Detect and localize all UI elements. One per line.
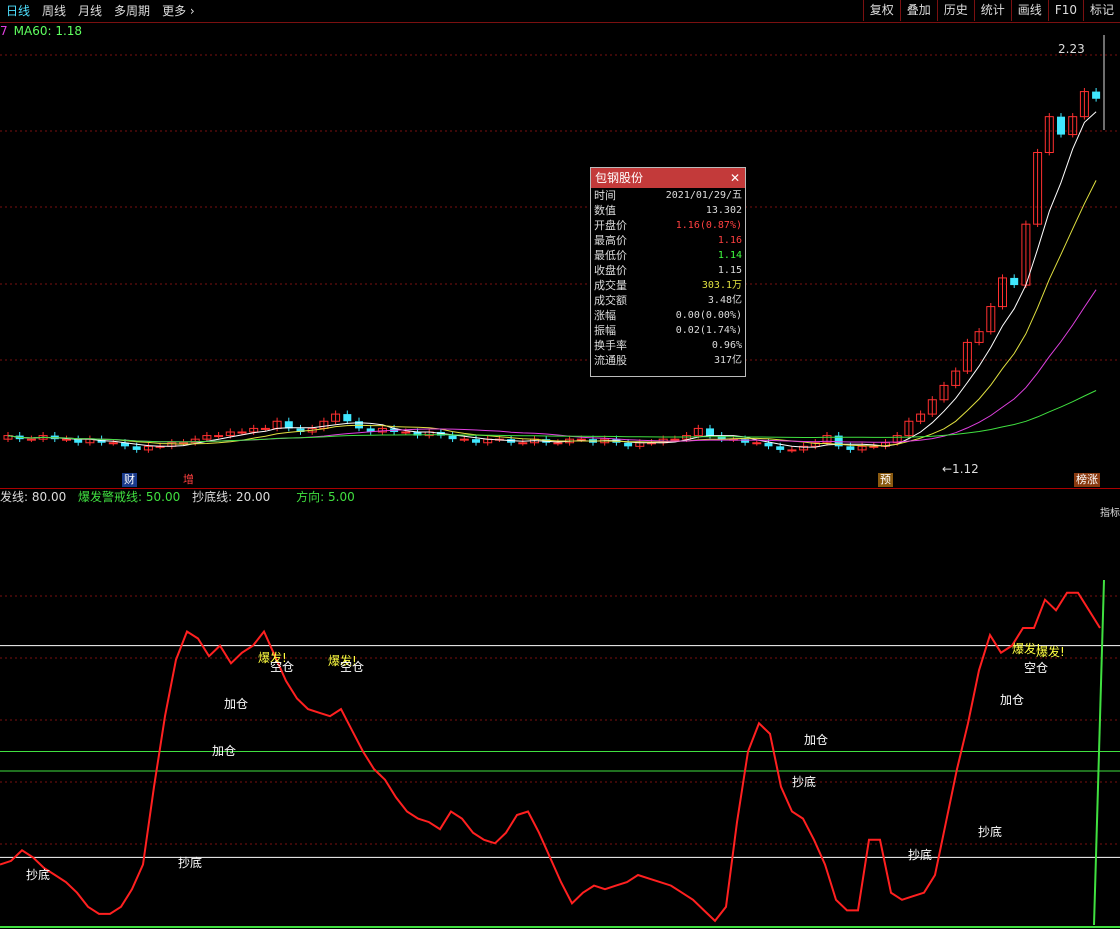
ma20-line: [7, 289, 1097, 443]
popup-row: 最高价 1.16: [591, 233, 745, 248]
candle-body: [1057, 116, 1065, 135]
candle-body: [260, 427, 270, 430]
popup-row: 涨幅 0.00(0.00%): [591, 308, 745, 323]
popup-row-value: 1.16(0.87%): [675, 220, 742, 231]
candle-body: [1010, 277, 1019, 286]
popup-row: 数值 13.302: [591, 203, 745, 218]
popup-row-value: 1.16: [717, 235, 742, 246]
popup-title: 包钢股份: [595, 171, 644, 185]
popup-row-key: 换手率: [594, 339, 627, 352]
candle-body: [62, 438, 71, 441]
candle-body: [624, 442, 633, 447]
popup-row: 流通股 317亿: [591, 353, 745, 368]
candle-body: [108, 442, 118, 445]
event-tag-ranking[interactable]: 榜涨: [1074, 473, 1100, 487]
popup-row-value: 1.14: [717, 250, 742, 261]
popup-row-key: 成交量: [594, 279, 627, 292]
popup-row: 振幅 0.02(1.74%): [591, 323, 745, 338]
signal-label: 加仓: [212, 744, 237, 758]
signal-label: 爆发!: [1036, 645, 1065, 659]
popup-row-value: 1.15: [717, 265, 742, 276]
indicator-param-4: 方向: 5.00: [296, 490, 355, 504]
popup-row: 换手率 0.96%: [591, 338, 745, 353]
candle-body: [764, 442, 773, 447]
candle-body: [846, 446, 855, 450]
candle-body: [214, 435, 224, 438]
popup-row-value: 0.02(1.74%): [675, 325, 742, 336]
event-tag-forecast[interactable]: 预: [878, 473, 893, 487]
signal-label: 加仓: [804, 733, 829, 747]
indicator-param-3: 抄底线: 20.00: [192, 490, 271, 504]
candle-body: [459, 438, 469, 441]
popup-row: 开盘价 1.16(0.87%): [591, 218, 745, 233]
high-price-label: 2.23: [1058, 42, 1085, 56]
candle-body: [553, 442, 563, 445]
indicator-header: 发线: 80.00 爆发警戒线: 50.00 抄底线: 20.00 方向: 5.…: [0, 489, 363, 505]
indicator-name: 指标: [1100, 508, 1120, 519]
candle-body: [670, 438, 680, 441]
popup-row-value: 0.96%: [711, 340, 742, 351]
candle-body: [472, 439, 480, 443]
popup-row-key: 开盘价: [594, 219, 627, 232]
popup-row: 成交额 3.48亿: [591, 293, 745, 308]
signal-label: 抄底: [178, 856, 203, 870]
popup-row: 收盘价 1.15: [591, 263, 745, 278]
popup-row-key: 振幅: [594, 324, 616, 337]
close-icon[interactable]: ✕: [730, 168, 740, 188]
popup-rows: 时间 2021/01/29/五数值 13.302 开盘价 1.16(0.87%) 最高价 1…: [591, 188, 745, 368]
signal-label: 抄底: [792, 775, 817, 789]
signal-label: 空仓: [270, 660, 295, 674]
signal-label: 抄底: [26, 868, 51, 882]
candle-body: [706, 428, 714, 436]
popup-row-value: 13.302: [705, 205, 742, 216]
candle-body: [26, 438, 36, 441]
candle-body: [752, 442, 762, 445]
signal-label: 抄底: [978, 825, 1003, 839]
popup-header: 包钢股份 ✕: [591, 168, 745, 188]
signal-label: 加仓: [224, 697, 249, 711]
popup-row-key: 时间: [594, 189, 616, 202]
candle-body: [776, 446, 785, 450]
indicator-param-1: 发线: 80.00: [0, 490, 67, 504]
popup-row-value: 303.1万: [701, 280, 742, 291]
low-price-label: ←1.12: [942, 462, 979, 476]
candle-body: [132, 446, 141, 450]
candle-body: [74, 439, 83, 443]
event-tag-increase[interactable]: 增: [181, 473, 196, 487]
signal-label: 抄底: [908, 848, 933, 862]
candle-body: [518, 442, 528, 445]
popup-row-value: 0.00(0.00%): [675, 310, 742, 321]
popup-row-value: 317亿: [713, 355, 742, 366]
candle-body: [1092, 91, 1101, 99]
direction-line: [1093, 579, 1105, 926]
indicator-param-2: 爆发警戒线: 50.00: [78, 490, 181, 504]
signal-label: 空仓: [1024, 661, 1049, 675]
popup-row-key: 最低价: [594, 249, 627, 262]
popup-row: 成交量 303.1万: [591, 278, 745, 293]
popup-row-key: 最高价: [594, 234, 627, 247]
signal-label: 空仓: [340, 660, 365, 674]
candle-body: [448, 435, 457, 440]
popup-row-key: 收盘价: [594, 264, 627, 277]
candle-body: [179, 442, 188, 445]
ma10-line: [7, 180, 1097, 447]
indicator-line: [0, 591, 1101, 923]
candle-body: [401, 431, 411, 434]
popup-row: 最低价 1.14: [591, 248, 745, 263]
candle-body: [787, 449, 797, 452]
popup-row-key: 成交额: [594, 294, 627, 307]
popup-row-value: 3.48亿: [707, 295, 742, 306]
ma5-line: [7, 111, 1097, 448]
candle-body: [237, 431, 247, 434]
popup-row-key: 流通股: [594, 354, 627, 367]
candle-body: [576, 438, 586, 441]
signal-label: 加仓: [1000, 693, 1025, 707]
popup-row-value: 2021/01/29/五: [665, 190, 742, 201]
popup-row-key: 涨幅: [594, 309, 616, 322]
candle-body: [343, 414, 352, 422]
event-tag-finance[interactable]: 财: [122, 473, 137, 487]
quote-popup[interactable]: 包钢股份 ✕ 时间 2021/01/29/五数值 13.302 开盘价 1.16(0.8…: [590, 167, 746, 377]
popup-row-key: 数值: [594, 204, 616, 217]
popup-row: 时间 2021/01/29/五: [591, 188, 745, 203]
